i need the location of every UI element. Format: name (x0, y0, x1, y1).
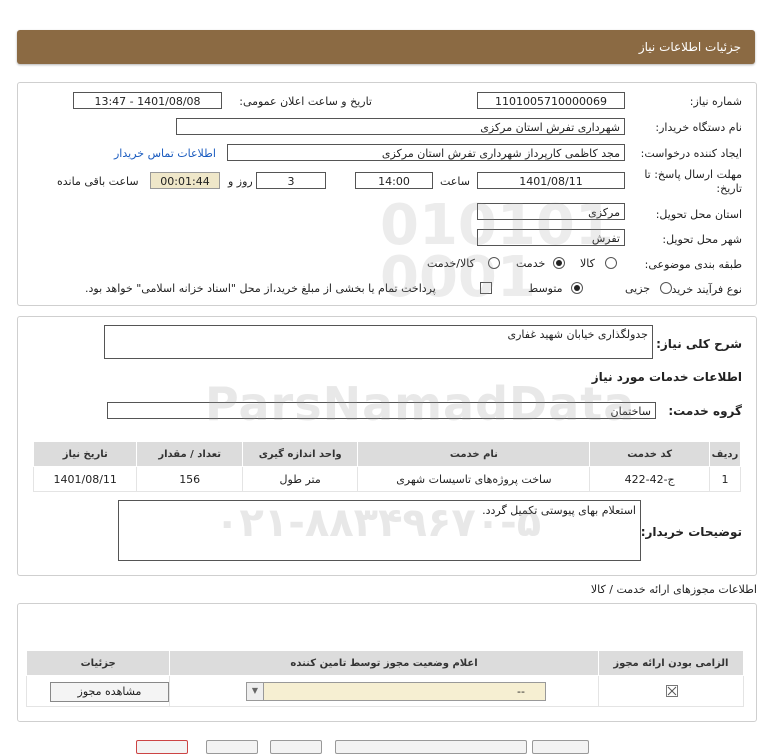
col-code: کد خدمت (589, 441, 710, 467)
cell-unit: متر طول (241, 466, 359, 492)
announce-label: تاریخ و ساعت اعلان عمومی: (239, 95, 372, 108)
buyer-label: نام دستگاه خریدار: (655, 121, 742, 134)
x-mark-icon (667, 686, 677, 696)
deadline-label: مهلت ارسال پاسخ: تا (644, 168, 742, 181)
process-medium-radio[interactable] (571, 282, 583, 294)
need-number-label: شماره نیاز: (689, 95, 742, 108)
creator-field: مجد کاظمی کارپرداز شهرداری تفرش استان مر… (227, 144, 625, 161)
category-goods-label: کالا (580, 257, 595, 270)
permit-col-details: جزئیات (25, 650, 171, 676)
payment-note: پرداخت تمام یا بخشی از مبلغ خرید،از محل … (85, 282, 436, 295)
days-field: 3 (256, 172, 326, 189)
deadline-date-field: 1401/08/11 (477, 172, 625, 189)
deadline-time-field: 14:00 (355, 172, 433, 189)
col-unit: واحد اندازه گیری (241, 441, 359, 467)
services-table: ردیف کد خدمت نام خدمت واحد اندازه گیری ت… (32, 441, 742, 492)
process-minor-label: جزیی (625, 282, 651, 295)
city-label: شهر محل تحویل: (662, 233, 742, 246)
deadline-label-2: تاریخ: (716, 182, 742, 195)
province-field: مرکزی (477, 203, 625, 220)
summary-label: شرح کلی نیاز: (656, 337, 742, 351)
category-label: طبقه بندی موضوعی: (644, 258, 742, 271)
category-both-radio[interactable] (488, 257, 500, 269)
cell-qty: 156 (136, 466, 243, 492)
service-group-field: ساختمان (107, 402, 656, 419)
bottom-button-2[interactable] (206, 740, 258, 754)
bottom-button-4[interactable] (335, 740, 527, 754)
need-info-panel (17, 82, 757, 306)
process-label: نوع فرآیند خرید : (664, 283, 742, 296)
city-field: تفرش (477, 229, 625, 246)
summary-field: جدولگذاری خیابان شهید غفاری (104, 325, 653, 359)
dropdown-arrow-icon[interactable]: ▼ (247, 683, 264, 700)
cell-row: 1 (708, 466, 742, 492)
contact-buyer-link[interactable]: اطلاعات تماس خریدار (114, 147, 216, 160)
category-service-radio[interactable] (553, 257, 565, 269)
category-both-label: کالا/خدمت (427, 257, 475, 270)
permits-title: اطلاعات مجوزهای ارائه خدمت / کالا (590, 583, 757, 596)
table-row: 1 ج-42-422 ساخت پروژه‌های تاسیسات شهری م… (32, 466, 742, 492)
treasury-checkbox[interactable] (480, 282, 492, 294)
bottom-button-5[interactable] (532, 740, 589, 754)
category-goods-radio[interactable] (605, 257, 617, 269)
permit-status-select[interactable]: -- ▼ (246, 682, 546, 701)
permit-status-value: -- (517, 685, 525, 698)
services-title: اطلاعات خدمات مورد نیاز (591, 370, 742, 384)
need-number-field: 1101005710000069 (477, 92, 625, 109)
creator-label: ایجاد کننده درخواست: (640, 147, 742, 160)
province-label: استان محل تحویل: (655, 208, 742, 221)
permit-required-checkbox (666, 685, 678, 697)
cell-code: ج-42-422 (589, 466, 710, 492)
remaining-label: ساعت باقی مانده (57, 175, 139, 188)
page-header: جزئیات اطلاعات نیاز (17, 30, 755, 64)
permit-col-status: اعلام وضعیت مجوز توسط تامین کننده (169, 650, 599, 676)
cell-name: ساخت پروژه‌های تاسیسات شهری (357, 466, 591, 492)
bottom-button-3[interactable] (270, 740, 322, 754)
col-name: نام خدمت (357, 441, 591, 467)
bottom-button-1[interactable] (136, 740, 188, 754)
page-title: جزئیات اطلاعات نیاز (638, 40, 741, 54)
col-row: ردیف (708, 441, 742, 467)
buyer-notes-field: استعلام بهای پیوستی تکمیل گردد. (118, 500, 641, 561)
view-permit-button[interactable]: مشاهده مجوز (50, 682, 169, 702)
announce-field: 1401/08/08 - 13:47 (73, 92, 222, 109)
category-service-label: خدمت (516, 257, 546, 270)
col-date: تاریخ نیاز (32, 441, 138, 467)
deadline-time-label: ساعت (440, 175, 470, 188)
buyer-notes-label: توضیحات خریدار: (640, 525, 742, 539)
buyer-field: شهرداری تفرش استان مرکزی (176, 118, 625, 135)
permit-col-required: الزامی بودن ارائه مجوز (597, 650, 745, 676)
col-qty: تعداد / مقدار (136, 441, 243, 467)
remaining-field: 00:01:44 (150, 172, 220, 189)
days-label: روز و (228, 175, 253, 188)
service-group-label: گروه خدمت: (668, 404, 742, 418)
process-medium-label: متوسط (528, 282, 563, 295)
cell-date: 1401/08/11 (32, 466, 138, 492)
process-minor-radio[interactable] (660, 282, 672, 294)
